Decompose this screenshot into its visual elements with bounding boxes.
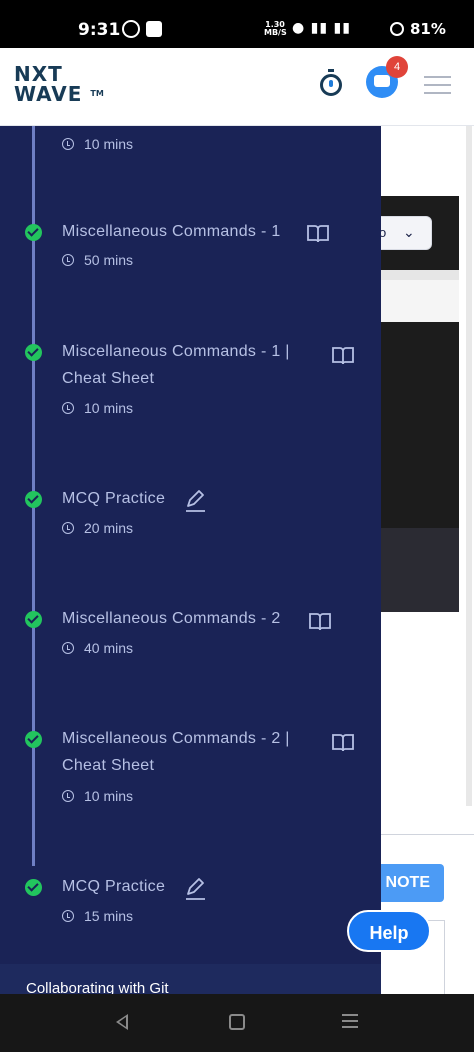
check-icon — [25, 611, 42, 628]
clock-icon — [62, 910, 74, 922]
duration-text: 50 mins — [84, 252, 134, 268]
scrollbar[interactable] — [466, 126, 472, 806]
duration-text: 10 mins — [84, 400, 134, 416]
item-duration: 20 mins — [62, 520, 133, 536]
clock-icon — [62, 642, 74, 654]
item-title: Miscellaneous Commands - 2 | Cheat Sheet — [62, 730, 290, 774]
item-title: Miscellaneous Commands - 1 | Cheat Sheet — [62, 343, 290, 387]
whatsapp-icon — [122, 20, 140, 38]
book-icon — [332, 347, 354, 365]
back-icon[interactable] — [116, 1014, 128, 1030]
video-frame — [381, 270, 459, 322]
message-icon — [146, 21, 162, 37]
clock-icon — [62, 138, 74, 150]
language-select[interactable]: o ⌄ — [372, 216, 432, 250]
list-item[interactable]: Miscellaneous Commands - 1 | Cheat Sheet… — [0, 342, 381, 432]
duration-text: 40 mins — [84, 640, 134, 656]
list-item[interactable]: MCQ Practice 15 mins — [0, 877, 381, 937]
signal-icons: ● ▮▮ ▮▮ — [292, 20, 351, 36]
video-controls-area — [381, 528, 459, 612]
item-title: MCQ Practice — [62, 878, 166, 895]
check-icon — [25, 224, 42, 241]
clock-icon — [62, 254, 74, 266]
duration-text: 10 mins — [84, 788, 134, 804]
nxtwave-logo[interactable]: NXT WAVE TM — [14, 64, 104, 104]
list-item[interactable]: Miscellaneous Commands - 1 50 mins — [0, 222, 381, 282]
stopwatch-icon[interactable] — [320, 69, 342, 96]
status-time: 9:31 — [78, 20, 121, 40]
recent-apps-icon[interactable] — [342, 1014, 358, 1030]
check-icon — [25, 731, 42, 748]
next-section-header[interactable]: Collaborating with Git — [0, 964, 381, 994]
book-icon — [309, 613, 331, 631]
menu-icon[interactable] — [424, 76, 451, 94]
system-nav-bar — [0, 994, 474, 1052]
duration-text: 10 mins — [84, 136, 134, 152]
chat-icon — [374, 75, 390, 87]
item-title: MCQ Practice — [62, 490, 166, 507]
list-item[interactable]: Miscellaneous Commands - 2 | Cheat Sheet… — [0, 729, 381, 819]
help-button[interactable]: Help — [347, 910, 431, 952]
logo-tm: TM — [90, 89, 104, 98]
item-title: Miscellaneous Commands - 1 — [62, 223, 281, 240]
item-duration: 50 mins — [62, 252, 133, 268]
item-duration: 10 mins — [62, 400, 133, 416]
logo-line1: NXT — [14, 62, 63, 86]
book-icon — [307, 225, 329, 243]
item-duration: 40 mins — [62, 640, 133, 656]
list-item[interactable]: Miscellaneous Commands - 2 40 mins — [0, 609, 381, 669]
edit-icon — [186, 490, 205, 512]
book-icon — [332, 734, 354, 752]
item-duration: 15 mins — [62, 908, 133, 924]
clock-icon — [62, 522, 74, 534]
logo-line2: WAVE — [14, 82, 83, 106]
clock-icon — [62, 790, 74, 802]
network-speed: 1.30 MB/S — [264, 21, 287, 37]
course-drawer: 10 mins Miscellaneous Commands - 1 50 mi… — [0, 126, 381, 994]
next-section-title: Collaborating with Git — [26, 980, 169, 994]
duration-text: 15 mins — [84, 908, 134, 924]
check-icon — [25, 344, 42, 361]
note-button[interactable]: NOTE — [372, 864, 444, 902]
status-bar: 9:31 1.30 MB/S ● ▮▮ ▮▮ 81% — [0, 0, 474, 48]
clock-icon — [62, 402, 74, 414]
check-icon — [25, 491, 42, 508]
home-icon[interactable] — [229, 1014, 245, 1030]
check-icon — [25, 879, 42, 896]
list-item[interactable]: MCQ Practice 20 mins — [0, 489, 381, 549]
previous-item-duration: 10 mins — [62, 136, 133, 152]
item-duration: 10 mins — [62, 788, 133, 804]
divider — [381, 834, 474, 835]
app-header: NXT WAVE TM 4 — [0, 48, 474, 126]
battery-icon — [390, 22, 404, 36]
notification-badge: 4 — [386, 56, 408, 78]
duration-text: 20 mins — [84, 520, 134, 536]
item-title: Miscellaneous Commands - 2 — [62, 610, 281, 627]
network-speed-unit: MB/S — [264, 28, 287, 37]
chevron-down-icon: ⌄ — [403, 225, 415, 241]
battery-level: 81% — [410, 20, 446, 38]
edit-icon — [186, 878, 205, 900]
